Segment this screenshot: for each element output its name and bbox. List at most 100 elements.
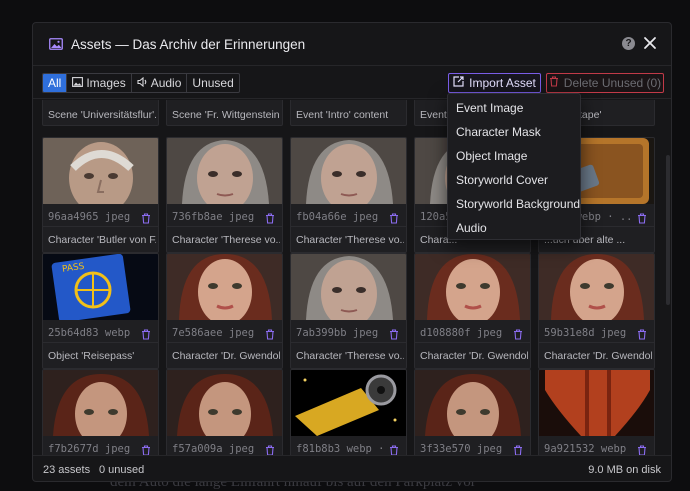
- asset-caption: Scene 'Fr. Wittgenstein...: [172, 109, 280, 121]
- delete-asset-icon[interactable]: [513, 327, 523, 340]
- menu-item-storyworld-background[interactable]: Storyworld Background: [448, 192, 580, 216]
- asset-caption: Character 'Therese vo...: [296, 234, 404, 246]
- help-icon[interactable]: ?: [622, 37, 635, 50]
- tab-all[interactable]: All: [43, 74, 68, 92]
- asset-card[interactable]: fb04a66e jpeg · ... Character 'Therese vo…: [290, 137, 407, 253]
- tab-all-label: All: [48, 76, 62, 90]
- close-icon[interactable]: [643, 36, 657, 50]
- image-icon: [49, 36, 65, 52]
- delete-asset-icon[interactable]: [265, 327, 275, 340]
- asset-card[interactable]: 736fb8ae jpeg · ... Character 'Therese vo…: [166, 137, 283, 253]
- card-divider: [167, 226, 282, 227]
- asset-meta: d108880f jpeg · ...: [420, 327, 506, 339]
- asset-count: 23 assets: [43, 464, 91, 476]
- asset-meta: 7e586aee jpeg · ...: [172, 327, 258, 339]
- asset-caption: Character 'Therese vo...: [172, 234, 280, 246]
- asset-meta: 9a921532 webp · ...: [544, 443, 630, 455]
- import-asset-button[interactable]: Import Asset: [448, 73, 541, 93]
- asset-meta: 59b31e8d jpeg · ...: [544, 327, 630, 339]
- delete-asset-icon[interactable]: [141, 211, 151, 224]
- assets-modal: Assets — Das Archiv der Erinnerungen ? A…: [32, 22, 672, 482]
- tab-images-label: Images: [86, 76, 126, 90]
- delete-unused-button[interactable]: Delete Unused (0): [546, 73, 664, 93]
- asset-thumbnail: [539, 370, 654, 436]
- delete-asset-icon[interactable]: [141, 327, 151, 340]
- unused-count: 0 unused: [99, 464, 145, 476]
- asset-meta: f57a009a jpeg · ...: [172, 443, 258, 455]
- asset-thumbnail: [291, 370, 406, 436]
- card-divider: [43, 342, 158, 343]
- asset-caption: Character 'Dr. Gwendol...: [544, 350, 652, 362]
- asset-caption: Scene 'Universitätsflur'...: [48, 109, 156, 121]
- asset-meta: 96aa4965 jpeg · ...: [48, 211, 134, 223]
- asset-thumbnail: [539, 254, 654, 325]
- asset-card[interactable]: 96aa4965 jpeg · ... Character 'Butler von…: [42, 137, 159, 253]
- delete-asset-icon[interactable]: [637, 327, 647, 340]
- tab-unused-label: Unused: [192, 76, 234, 90]
- asset-card[interactable]: Scene 'Fr. Wittgenstein...: [166, 100, 283, 126]
- delete-asset-icon[interactable]: [389, 211, 399, 224]
- asset-card[interactable]: PASS 25b64d83 webp · ... Object 'Reisepass…: [42, 253, 159, 369]
- asset-card[interactable]: 59b31e8d jpeg · ... Character 'Dr. Gwendo…: [538, 253, 655, 369]
- card-divider: [415, 342, 530, 343]
- card-divider: [539, 342, 654, 343]
- asset-thumbnail: [167, 138, 282, 212]
- asset-thumbnail: [167, 370, 282, 446]
- menu-item-object-image[interactable]: Object Image: [448, 144, 580, 168]
- asset-card[interactable]: f7b2677d jpeg · ...: [42, 369, 159, 455]
- delete-asset-icon[interactable]: [265, 443, 275, 455]
- asset-thumbnail: [415, 370, 530, 446]
- tab-audio[interactable]: Audio: [132, 74, 188, 92]
- asset-card[interactable]: d108880f jpeg · ... Character 'Dr. Gwendo…: [414, 253, 531, 369]
- asset-caption: Character 'Therese vo...: [296, 350, 404, 362]
- card-divider: [291, 342, 406, 343]
- scrollbar-thumb[interactable]: [666, 155, 670, 305]
- delete-asset-icon[interactable]: [389, 443, 399, 455]
- asset-card[interactable]: Scene 'Universitätsflur'...: [42, 100, 159, 126]
- delete-asset-icon[interactable]: [513, 443, 523, 455]
- asset-meta: f7b2677d jpeg · ...: [48, 443, 134, 455]
- menu-item-storyworld-cover[interactable]: Storyworld Cover: [448, 168, 580, 192]
- asset-thumbnail: [415, 254, 530, 325]
- asset-card[interactable]: Event 'Intro' content: [290, 100, 407, 126]
- delete-unused-label: Delete Unused (0): [563, 76, 662, 90]
- import-icon: [453, 76, 464, 90]
- modal-header: Assets — Das Archiv der Erinnerungen ?: [33, 23, 671, 65]
- asset-meta: fb04a66e jpeg · ...: [296, 211, 382, 223]
- modal-footer: 23 assets 0 unused 9.0 MB on disk: [33, 455, 671, 481]
- asset-thumbnail: [43, 370, 158, 446]
- tab-unused[interactable]: Unused: [187, 74, 238, 92]
- grid-scrollbar[interactable]: [665, 100, 671, 455]
- delete-asset-icon[interactable]: [637, 443, 647, 455]
- asset-card[interactable]: 7ab399bb jpeg · ... Character 'Therese vo…: [290, 253, 407, 369]
- asset-meta: 736fb8ae jpeg · ...: [172, 211, 258, 223]
- asset-thumbnail: PASS: [43, 254, 158, 323]
- delete-asset-icon[interactable]: [141, 443, 151, 455]
- menu-item-audio[interactable]: Audio: [448, 216, 580, 240]
- asset-thumbnail: [291, 254, 406, 328]
- asset-card[interactable]: 3f33e570 jpeg · ...: [414, 369, 531, 455]
- asset-caption: Object 'Reisepass': [48, 350, 135, 362]
- asset-card[interactable]: 7e586aee jpeg · ... Character 'Dr. Gwendo…: [166, 253, 283, 369]
- asset-meta: 7ab399bb jpeg · ...: [296, 327, 382, 339]
- asset-card[interactable]: 9a921532 webp · ...: [538, 369, 655, 455]
- menu-item-character-mask[interactable]: Character Mask: [448, 120, 580, 144]
- asset-card[interactable]: f81b8b3 webp · ...: [290, 369, 407, 455]
- asset-caption: Character 'Dr. Gwendol...: [420, 350, 528, 362]
- delete-asset-icon[interactable]: [265, 211, 275, 224]
- asset-meta: 3f33e570 jpeg · ...: [420, 443, 506, 455]
- asset-caption: Character 'Dr. Gwendol...: [172, 350, 280, 362]
- asset-thumbnail: [291, 138, 406, 212]
- card-divider: [291, 226, 406, 227]
- asset-thumbnail: [43, 138, 158, 214]
- delete-asset-icon[interactable]: [637, 211, 647, 224]
- asset-caption: Character 'Butler von F...: [48, 234, 156, 246]
- filter-tabs: All Images Audio Unused: [42, 73, 240, 93]
- delete-asset-icon[interactable]: [389, 327, 399, 340]
- asset-card[interactable]: f57a009a jpeg · ...: [166, 369, 283, 455]
- menu-item-event-image[interactable]: Event Image: [448, 96, 580, 120]
- asset-meta: 25b64d83 webp · ...: [48, 327, 134, 339]
- asset-thumbnail: [167, 254, 282, 325]
- tab-images[interactable]: Images: [67, 74, 132, 92]
- trash-icon: [549, 76, 559, 90]
